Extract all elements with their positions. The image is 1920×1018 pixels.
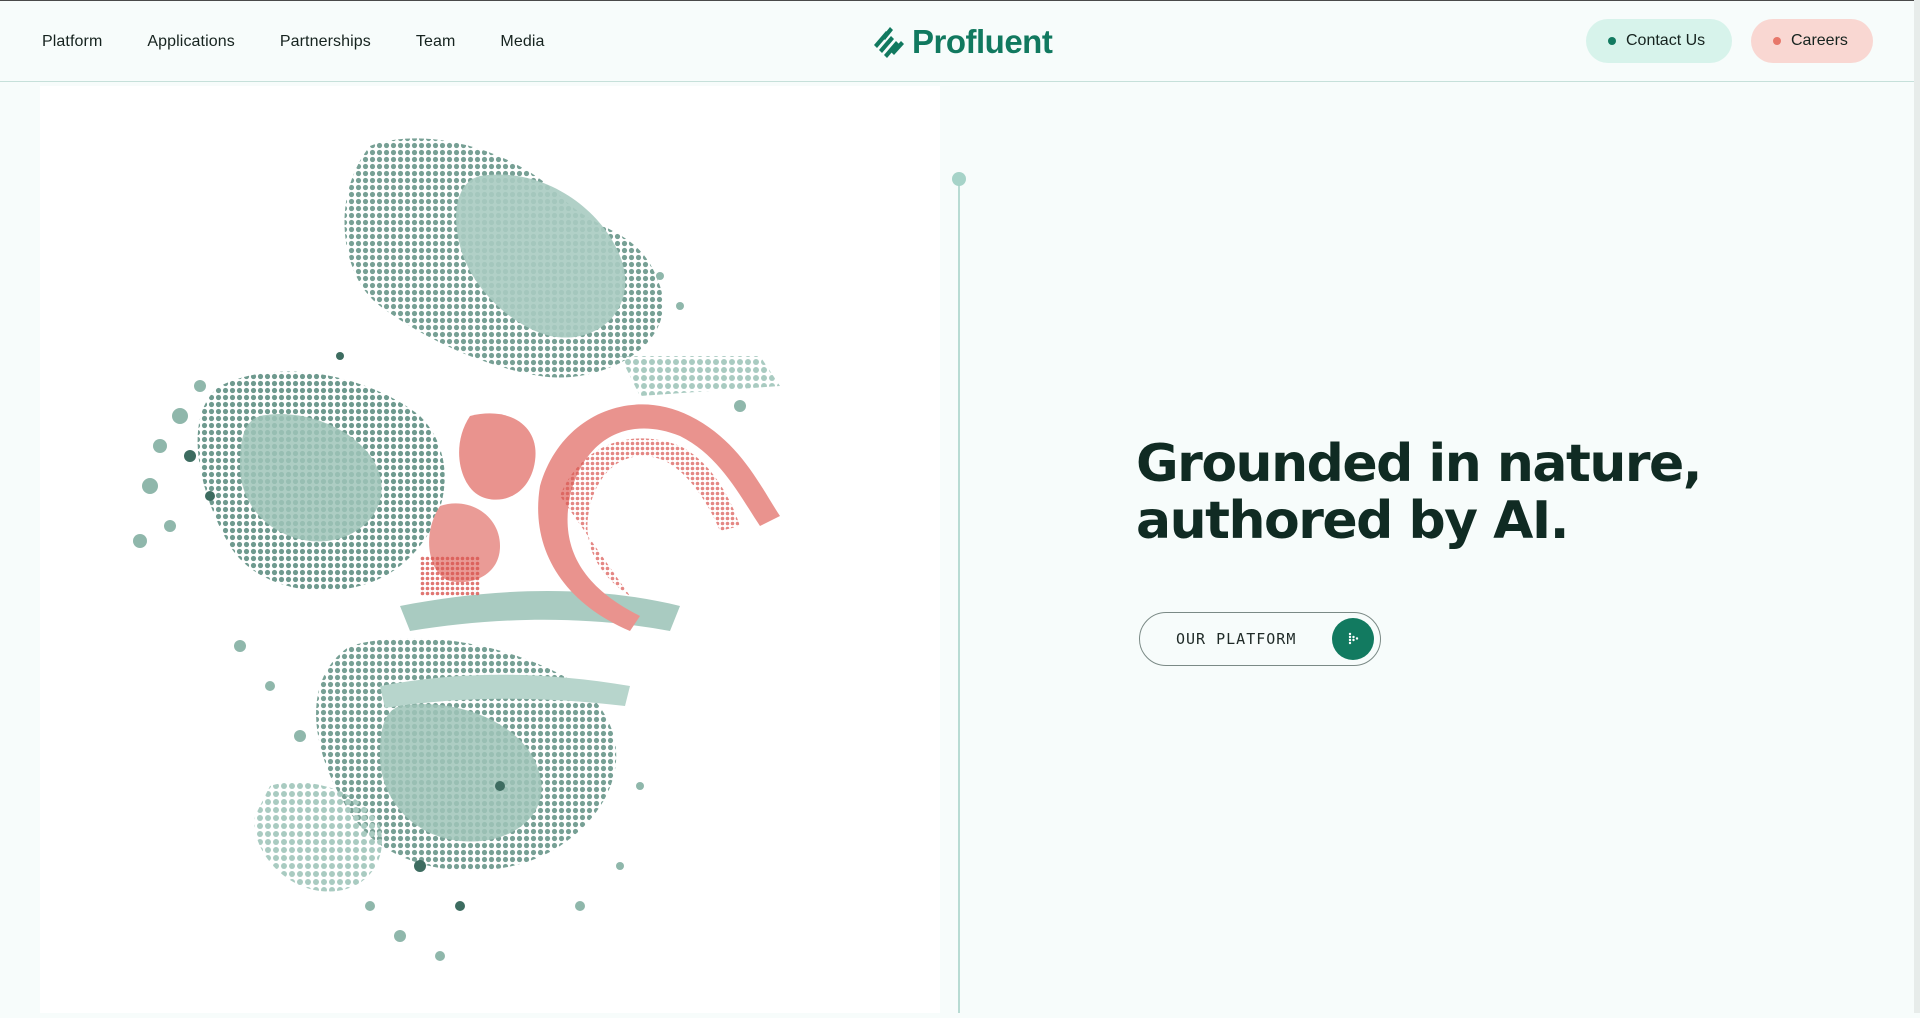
top-navigation-bar: Platform Applications Partnerships Team … — [0, 0, 1920, 82]
protein-structure-illustration — [133, 138, 780, 961]
status-dot-icon — [1608, 37, 1616, 45]
our-platform-button[interactable]: OUR PLATFORM — [1139, 612, 1381, 666]
careers-label: Careers — [1791, 32, 1848, 49]
brand-logo-link[interactable]: Profluent — [872, 23, 1053, 61]
cta-label: OUR PLATFORM — [1176, 630, 1297, 648]
contact-us-label: Contact Us — [1626, 32, 1706, 49]
main-nav: Platform Applications Partnerships Team … — [42, 1, 545, 83]
hero-headline-line1: Grounded in nature, — [1136, 434, 1703, 494]
status-dot-icon — [1773, 37, 1781, 45]
nav-item-team[interactable]: Team — [416, 33, 456, 51]
contact-us-button[interactable]: Contact Us — [1586, 19, 1732, 63]
hero-headline: Grounded in nature, authored by AI. — [1136, 434, 1703, 551]
nav-item-partnerships[interactable]: Partnerships — [280, 33, 371, 51]
hero-illustration — [40, 86, 940, 1013]
nav-item-media[interactable]: Media — [500, 33, 544, 51]
careers-button[interactable]: Careers — [1751, 19, 1873, 63]
timeline-dot — [952, 172, 966, 186]
nav-item-applications[interactable]: Applications — [147, 33, 234, 51]
hero-headline-line2: authored by AI. — [1136, 491, 1570, 551]
logo-icon — [874, 27, 904, 58]
dotted-arrow-icon — [1332, 618, 1374, 660]
scrollbar[interactable] — [1914, 0, 1920, 1013]
nav-item-platform[interactable]: Platform — [42, 33, 102, 51]
timeline-line — [958, 180, 960, 1013]
brand-name: Profluent — [912, 23, 1053, 60]
